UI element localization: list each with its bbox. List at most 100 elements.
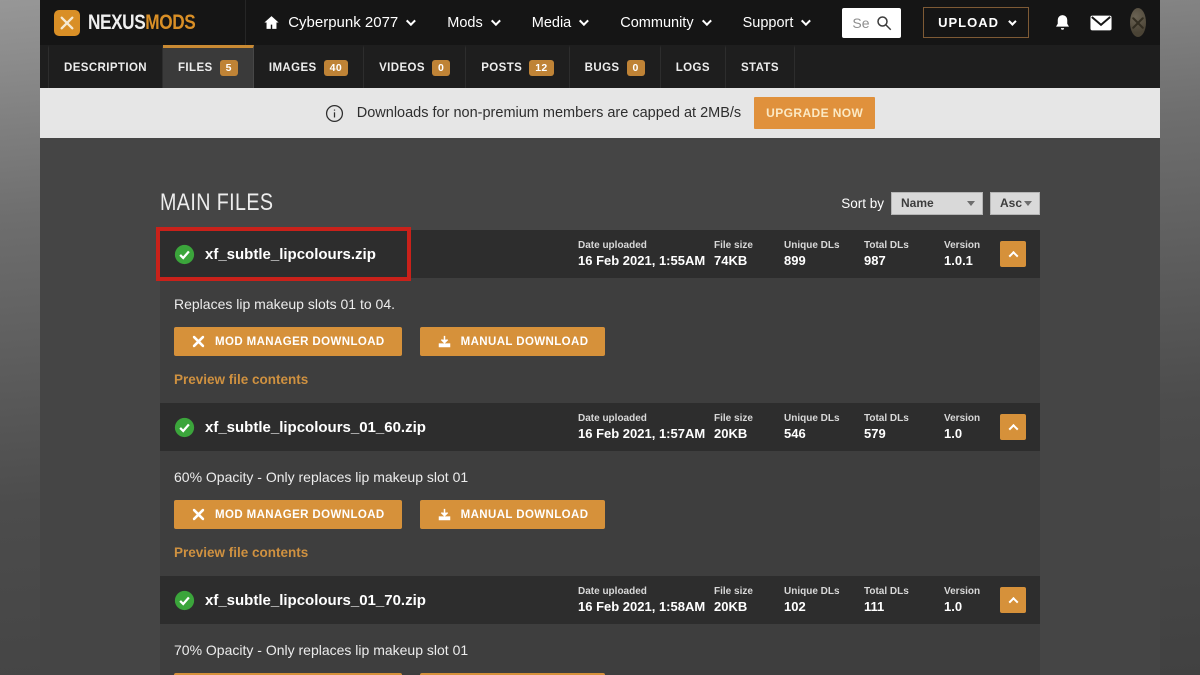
- meta-version: Version1.0: [944, 413, 988, 441]
- preview-file-contents-link[interactable]: Preview file contents: [174, 372, 308, 393]
- tab-posts[interactable]: POSTS12: [466, 45, 569, 88]
- chevron-down-icon: [801, 16, 811, 26]
- file-list: xf_subtle_lipcolours.zip Date uploaded16…: [160, 230, 1040, 675]
- tab-images[interactable]: IMAGES40: [254, 45, 364, 88]
- nav-item-label: Support: [743, 15, 794, 31]
- tab-label: STATS: [741, 62, 779, 74]
- meta-label: Date uploaded: [578, 413, 700, 424]
- upload-button[interactable]: UPLOAD: [923, 7, 1029, 38]
- meta-unique-dls: Unique DLs102: [784, 586, 850, 614]
- page-title: MAIN FILES: [160, 189, 273, 217]
- collapse-toggle-button[interactable]: [1000, 414, 1026, 440]
- manual-download-button[interactable]: MANUAL DOWNLOAD: [420, 327, 606, 356]
- download-icon: [437, 334, 452, 349]
- meta-label: File size: [714, 240, 770, 251]
- nav-item-support[interactable]: Support: [743, 15, 809, 31]
- collapse-toggle-button[interactable]: [1000, 241, 1026, 267]
- nav-item-label: Community: [620, 15, 693, 31]
- manual-download-button[interactable]: MANUAL DOWNLOAD: [420, 500, 606, 529]
- notifications-button[interactable]: [1053, 13, 1072, 33]
- nexusmods-logo[interactable]: NEXUSMODS: [54, 10, 219, 36]
- top-nav-bar: NEXUSMODS Cyberpunk 2077 Mods Media Comm…: [40, 0, 1160, 45]
- meta-unique-dls: Unique DLs 546: [784, 413, 850, 441]
- user-avatar[interactable]: [1130, 8, 1146, 37]
- files-main-content: MAIN FILES Sort by Name Asc xf_subtle_li…: [40, 138, 1160, 675]
- nav-game-menu[interactable]: Cyberpunk 2077: [263, 14, 413, 31]
- notice-text: Downloads for non-premium members are ca…: [357, 105, 741, 121]
- meta-date: Date uploaded16 Feb 2021, 1:57AM: [578, 413, 700, 441]
- file-description: 70% Opacity - Only replaces lip makeup s…: [174, 642, 1026, 658]
- meta-label: Version: [944, 413, 988, 424]
- meta-value: 20KB: [714, 599, 770, 614]
- chevron-down-icon: [406, 16, 416, 26]
- pinwheel-icon: [191, 334, 206, 349]
- sort-direction-select[interactable]: Asc: [990, 192, 1040, 215]
- chevron-down-icon: [1008, 17, 1016, 25]
- tab-logs[interactable]: LOGS: [661, 45, 726, 88]
- tab-label: POSTS: [481, 62, 522, 74]
- meta-label: File size: [714, 413, 770, 424]
- info-icon: [325, 104, 344, 123]
- meta-label: Version: [944, 586, 988, 597]
- tab-description[interactable]: DESCRIPTION: [48, 45, 163, 88]
- tab-count-badge: 5: [220, 60, 238, 77]
- meta-date: Date uploaded16 Feb 2021, 1:58AM: [578, 586, 700, 614]
- meta-label: Unique DLs: [784, 413, 850, 424]
- meta-value: 74KB: [714, 253, 770, 268]
- tab-label: VIDEOS: [379, 62, 425, 74]
- tab-videos[interactable]: VIDEOS 0: [364, 45, 466, 88]
- file-meta: Date uploaded16 Feb 2021, 1:57AM File si…: [564, 413, 1026, 441]
- meta-value: 16 Feb 2021, 1:58AM: [578, 599, 700, 614]
- premium-notice-bar: Downloads for non-premium members are ca…: [40, 88, 1160, 138]
- button-label: MANUAL DOWNLOAD: [461, 336, 589, 348]
- chevron-down-icon: [1024, 201, 1032, 206]
- meta-date: Date uploaded16 Feb 2021, 1:55AM: [578, 240, 700, 268]
- chevron-down-icon: [967, 201, 975, 206]
- meta-version: Version1.0: [944, 586, 988, 614]
- meta-size: File size 74KB: [714, 240, 770, 268]
- file-name: xf_subtle_lipcolours_01_70.zip: [205, 592, 426, 609]
- nav-item-community[interactable]: Community: [620, 15, 708, 31]
- chevron-down-icon: [491, 16, 501, 26]
- page-container: NEXUSMODS Cyberpunk 2077 Mods Media Comm…: [40, 0, 1160, 675]
- upgrade-now-button[interactable]: UPGRADE NOW: [754, 97, 875, 129]
- file-header-row: xf_subtle_lipcolours.zip Date uploaded16…: [160, 230, 1040, 278]
- meta-label: Total DLs: [864, 413, 930, 424]
- tab-bugs[interactable]: BUGS0: [570, 45, 661, 88]
- file-block: xf_subtle_lipcolours_01_60.zip Date uplo…: [160, 403, 1040, 576]
- mod-manager-download-button[interactable]: MOD MANAGER DOWNLOAD: [174, 500, 402, 529]
- meta-label: Unique DLs: [784, 586, 850, 597]
- meta-value: 546: [784, 426, 850, 441]
- tab-stats[interactable]: STATS: [726, 45, 795, 88]
- sort-field-select[interactable]: Name: [891, 192, 983, 215]
- download-buttons: MOD MANAGER DOWNLOAD MANUAL DOWNLOAD: [174, 500, 1026, 529]
- tab-count-badge: 0: [432, 60, 450, 77]
- file-expanded-body: 60% Opacity - Only replaces lip makeup s…: [160, 451, 1040, 576]
- collapse-toggle-button[interactable]: [1000, 587, 1026, 613]
- button-label: MOD MANAGER DOWNLOAD: [215, 509, 385, 521]
- chevron-up-icon: [1008, 250, 1018, 260]
- nav-item-media[interactable]: Media: [532, 15, 587, 31]
- file-header-row: xf_subtle_lipcolours_01_70.zip Date uplo…: [160, 576, 1040, 624]
- tab-files[interactable]: FILES5: [163, 45, 254, 88]
- check-circle-icon: [174, 417, 195, 438]
- sort-field-value: Name: [901, 196, 934, 210]
- meta-label: Total DLs: [864, 586, 930, 597]
- sort-controls: Sort by Name Asc: [841, 192, 1040, 215]
- meta-label: File size: [714, 586, 770, 597]
- mod-manager-download-button[interactable]: MOD MANAGER DOWNLOAD: [174, 327, 402, 356]
- tab-label: DESCRIPTION: [64, 62, 147, 74]
- nav-item-mods[interactable]: Mods: [447, 15, 497, 31]
- preview-file-contents-link[interactable]: Preview file contents: [174, 545, 308, 566]
- messages-button[interactable]: [1090, 15, 1112, 31]
- search-icon[interactable]: [875, 14, 893, 32]
- meta-size: File size20KB: [714, 413, 770, 441]
- file-name: xf_subtle_lipcolours.zip: [205, 246, 376, 263]
- nexusmods-pinwheel-icon: [54, 10, 80, 36]
- tab-label: IMAGES: [269, 62, 317, 74]
- file-expanded-body: 70% Opacity - Only replaces lip makeup s…: [160, 624, 1040, 675]
- meta-value: 1.0.1: [944, 253, 988, 268]
- pinwheel-icon: [191, 507, 206, 522]
- mod-page-tabs: DESCRIPTION FILES5 IMAGES40 VIDEOS 0 POST…: [40, 45, 1160, 88]
- sort-direction-value: Asc: [1000, 196, 1022, 210]
